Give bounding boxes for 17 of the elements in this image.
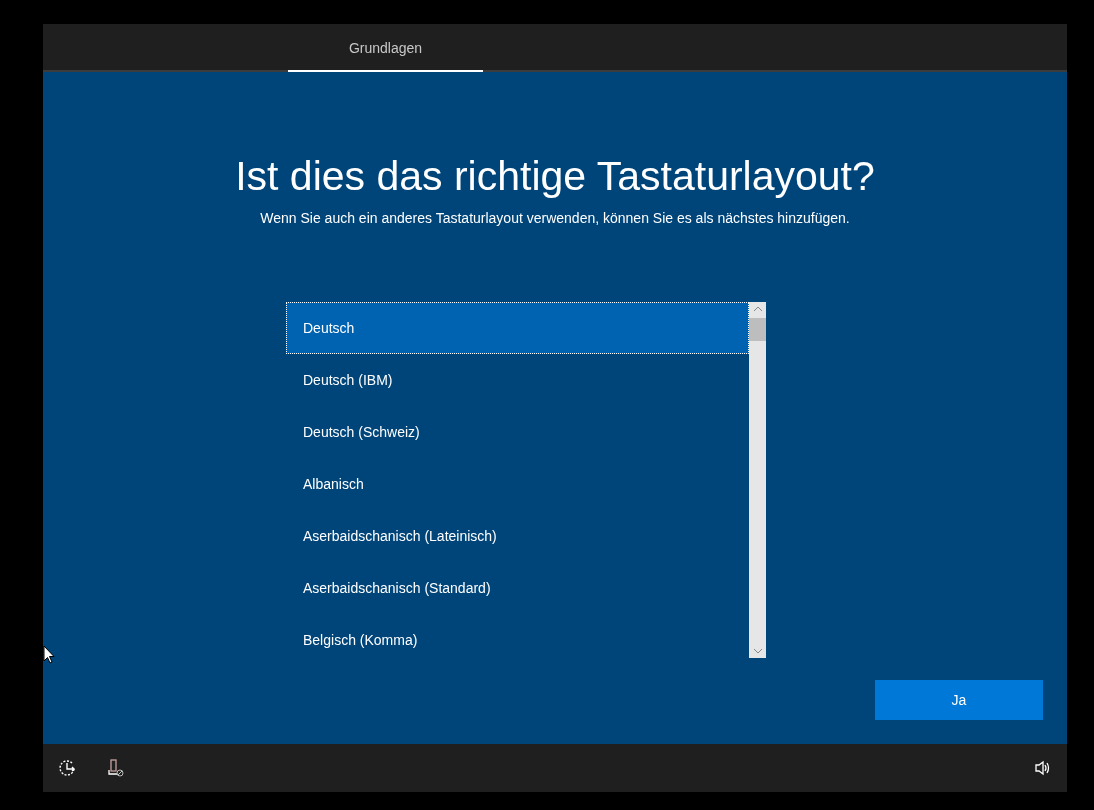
layout-list-item[interactable]: Aserbaidschanisch (Standard)	[286, 562, 749, 614]
layout-list-item[interactable]: Albanisch	[286, 458, 749, 510]
layout-list-item[interactable]: Deutsch	[286, 302, 749, 354]
page-subtitle: Wenn Sie auch ein anderes Tastaturlayout verwenden, können Sie es als nächstes hinzufügen.	[260, 209, 850, 228]
scroll-thumb[interactable]	[749, 318, 766, 341]
yes-button[interactable]: Ja	[875, 680, 1043, 720]
clock-arrow-icon[interactable]	[59, 759, 77, 777]
layout-list-item[interactable]: Belgisch (Komma)	[286, 614, 749, 658]
layout-list-item[interactable]: Deutsch (IBM)	[286, 354, 749, 406]
scroll-up-icon[interactable]	[752, 306, 763, 312]
speaker-icon[interactable]	[1035, 760, 1051, 776]
scrollbar[interactable]	[749, 302, 766, 658]
layout-list-item[interactable]: Deutsch (Schweiz)	[286, 406, 749, 458]
scroll-down-icon[interactable]	[752, 648, 763, 654]
layout-list-item[interactable]: Aserbaidschanisch (Lateinisch)	[286, 510, 749, 562]
page-title: Ist dies das richtige Tastaturlayout?	[235, 152, 875, 201]
mouse-pointer-icon	[43, 645, 55, 664]
